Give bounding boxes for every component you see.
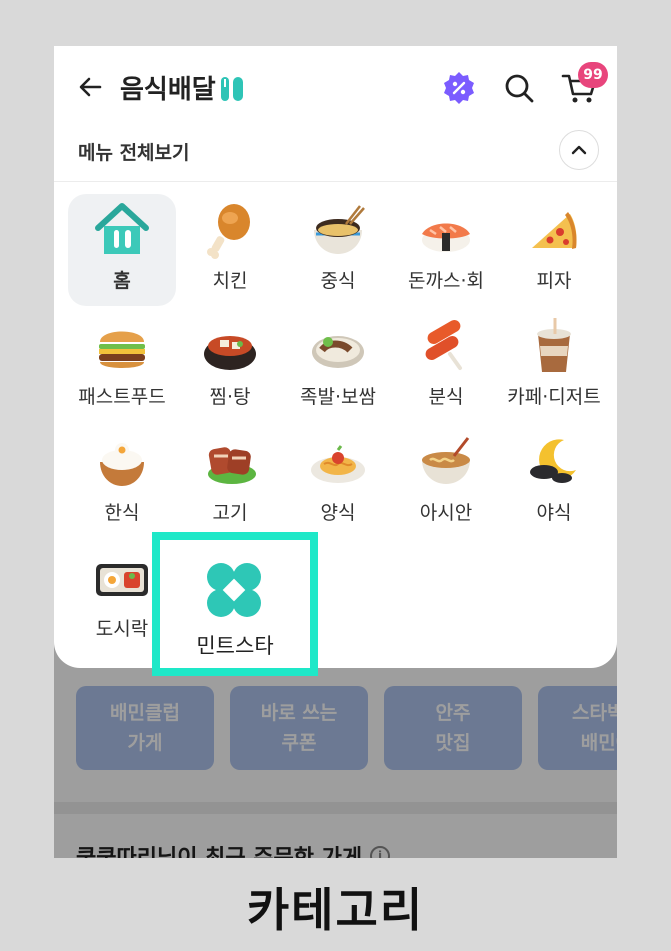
category-cafe-dessert[interactable]: 카페·디저트 [500,310,608,422]
meat-icon [208,447,256,484]
menu-header: 메뉴 전체보기 [54,130,617,182]
chevron-up-icon [571,145,587,155]
category-bunsik[interactable]: 분식 [392,310,500,422]
back-arrow-icon [79,77,102,97]
collapse-button[interactable] [559,130,599,170]
coffee-icon [537,318,571,372]
pizza-icon [532,212,577,249]
mintstar-label: 민트스타 [196,634,274,658]
sushi-icon [422,223,470,252]
search-button[interactable] [501,70,537,106]
home-icon [95,203,149,254]
discount-badge-button[interactable] [441,70,477,106]
discount-badge-icon [444,72,474,104]
burger-icon [99,331,145,368]
category-korean[interactable]: 한식 [68,426,176,538]
jokbal-icon [312,336,364,368]
caption: 카테고리 [246,883,425,937]
moon-icon [530,439,576,483]
highlighted-category-mintstar[interactable]: 민트스타 [152,532,318,676]
category-chinese[interactable]: 중식 [284,194,392,306]
chicken-icon [207,204,250,259]
chinese-food-icon [314,205,365,254]
category-pizza[interactable]: 피자 [500,194,608,306]
noodle-icon [422,437,470,484]
menu-title: 메뉴 전체보기 [78,142,190,164]
category-chicken[interactable]: 치킨 [176,194,284,306]
category-sheet: 음식배달 99 메뉴 전체보기 홈 치킨 중식 돈까스·회 피자 패스트푸드 찜… [54,46,617,676]
category-late-night[interactable]: 야식 [500,426,608,538]
phone-screen: 배민클럽 가게 바로 쓰는 쿠폰 안주 맛집 스타벅스 배민에 쿵쿵따리님이 최… [54,46,617,858]
back-button[interactable] [76,72,106,102]
app-title-text: 음식배달 [120,75,216,105]
category-fastfood[interactable]: 패스트푸드 [68,310,176,422]
rice-bowl-icon [100,443,144,486]
category-home[interactable]: 홈 [68,194,176,306]
category-western[interactable]: 양식 [284,426,392,538]
pasta-icon [311,445,365,483]
lunchbox-icon [96,564,148,596]
category-stew[interactable]: 찜·탕 [176,310,284,422]
category-meat[interactable]: 고기 [176,426,284,538]
category-donkatsu-sashimi[interactable]: 돈까스·회 [392,194,500,306]
category-label: 피자 [536,270,572,292]
category-jokbal-bossam[interactable]: 족발·보쌈 [284,310,392,422]
cart-count-badge: 99 [578,62,608,88]
mint-star-icon [207,563,261,617]
top-bar: 음식배달 99 [54,46,617,130]
category-label: 카페·디저트 [507,386,601,408]
stew-icon [204,336,256,370]
app-title: 음식배달 [120,69,246,106]
category-label: 야식 [536,502,572,524]
category-asian[interactable]: 아시안 [392,426,500,538]
fork-knife-icon [220,76,243,101]
search-icon [505,74,534,103]
tteokbokki-icon [425,320,462,370]
